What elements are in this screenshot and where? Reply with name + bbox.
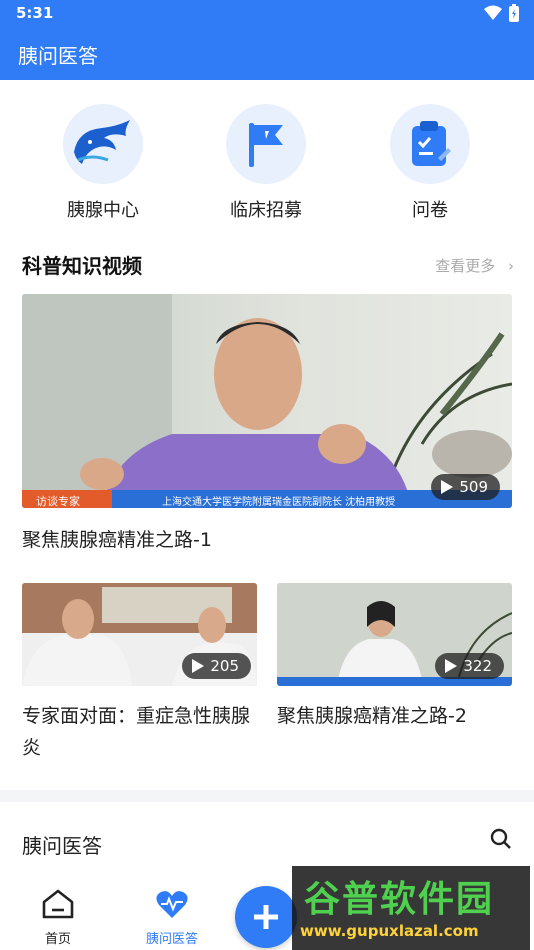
quick-link-label: 问卷: [412, 200, 448, 221]
view-count-badge: 322: [435, 653, 504, 679]
quick-link-icon-circle: [390, 104, 470, 184]
watermark: 谷普软件园 www.gupuxlazal.com: [292, 866, 530, 950]
dolphin-logo-icon: [74, 120, 130, 164]
nav-item-home[interactable]: 首页: [8, 888, 108, 947]
view-count: 322: [463, 657, 492, 675]
section-title: 科普知识视频: [22, 254, 142, 278]
lower-section-title: 胰问医答: [22, 834, 102, 858]
nav-label: 首页: [44, 932, 71, 947]
see-more-link[interactable]: 查看更多 ›: [435, 255, 514, 276]
video-title[interactable]: 聚焦胰腺癌精准之路-1: [22, 524, 212, 556]
view-count: 205: [210, 657, 239, 675]
video-title[interactable]: 专家面对面：重症急性胰腺炎: [22, 700, 257, 764]
battery-icon: [509, 4, 519, 22]
search-button[interactable]: [490, 828, 512, 854]
video-card-1-thumbnail[interactable]: 访谈专家 上海交通大学医学院附属瑞金医院副院长 沈柏用教授 509: [22, 294, 512, 508]
quick-link-clinical-recruit[interactable]: 临床招募: [201, 104, 331, 222]
nav-label: 胰问医答: [145, 932, 198, 947]
video-card-2-thumbnail[interactable]: 205: [22, 583, 257, 686]
chevron-right-icon: ›: [508, 257, 514, 275]
video-caption-right: 上海交通大学医学院附属瑞金医院副院长 沈柏用教授: [162, 497, 396, 508]
app-bar: 5:31 胰问医答: [0, 0, 534, 80]
quick-link-icon-circle: [63, 104, 143, 184]
see-more-label: 查看更多: [435, 257, 496, 275]
wifi-icon: [484, 5, 502, 20]
view-count-badge: 509: [431, 474, 500, 500]
heart-pulse-icon: [156, 891, 188, 918]
video-caption-left: 访谈专家: [36, 495, 80, 508]
watermark-brand: 谷普软件园: [304, 879, 495, 920]
video-card-3-thumbnail[interactable]: 322: [277, 583, 512, 686]
view-count: 509: [459, 478, 488, 496]
home-icon: [42, 889, 74, 919]
status-time: 5:31: [16, 4, 54, 22]
view-count-badge: 205: [182, 653, 251, 679]
status-icons: [484, 4, 520, 22]
play-icon: [192, 659, 205, 673]
play-icon: [445, 659, 458, 673]
quick-link-icon-circle: [226, 104, 306, 184]
flag-icon: [249, 123, 283, 167]
search-icon: [490, 828, 511, 849]
app-title: 胰问医答: [18, 44, 98, 68]
section-divider: [0, 790, 534, 802]
play-icon: [441, 480, 454, 494]
videos-section-header: 科普知识视频 查看更多 ›: [22, 250, 514, 280]
quick-link-label: 胰腺中心: [67, 200, 139, 221]
nav-item-q-and-a[interactable]: 胰问医答: [122, 888, 222, 947]
quick-links: 胰腺中心 临床招募 问卷: [0, 104, 534, 224]
plus-icon: [254, 905, 278, 929]
video-title[interactable]: 聚焦胰腺癌精准之路-2: [277, 700, 512, 732]
quick-link-pancreas-center[interactable]: 胰腺中心: [38, 104, 168, 222]
watermark-url: www.gupuxlazal.com: [300, 922, 479, 940]
quick-link-label: 临床招募: [230, 200, 302, 221]
clipboard-icon: [412, 121, 451, 166]
add-button[interactable]: [235, 886, 297, 948]
quick-link-questionnaire[interactable]: 问卷: [365, 104, 495, 222]
